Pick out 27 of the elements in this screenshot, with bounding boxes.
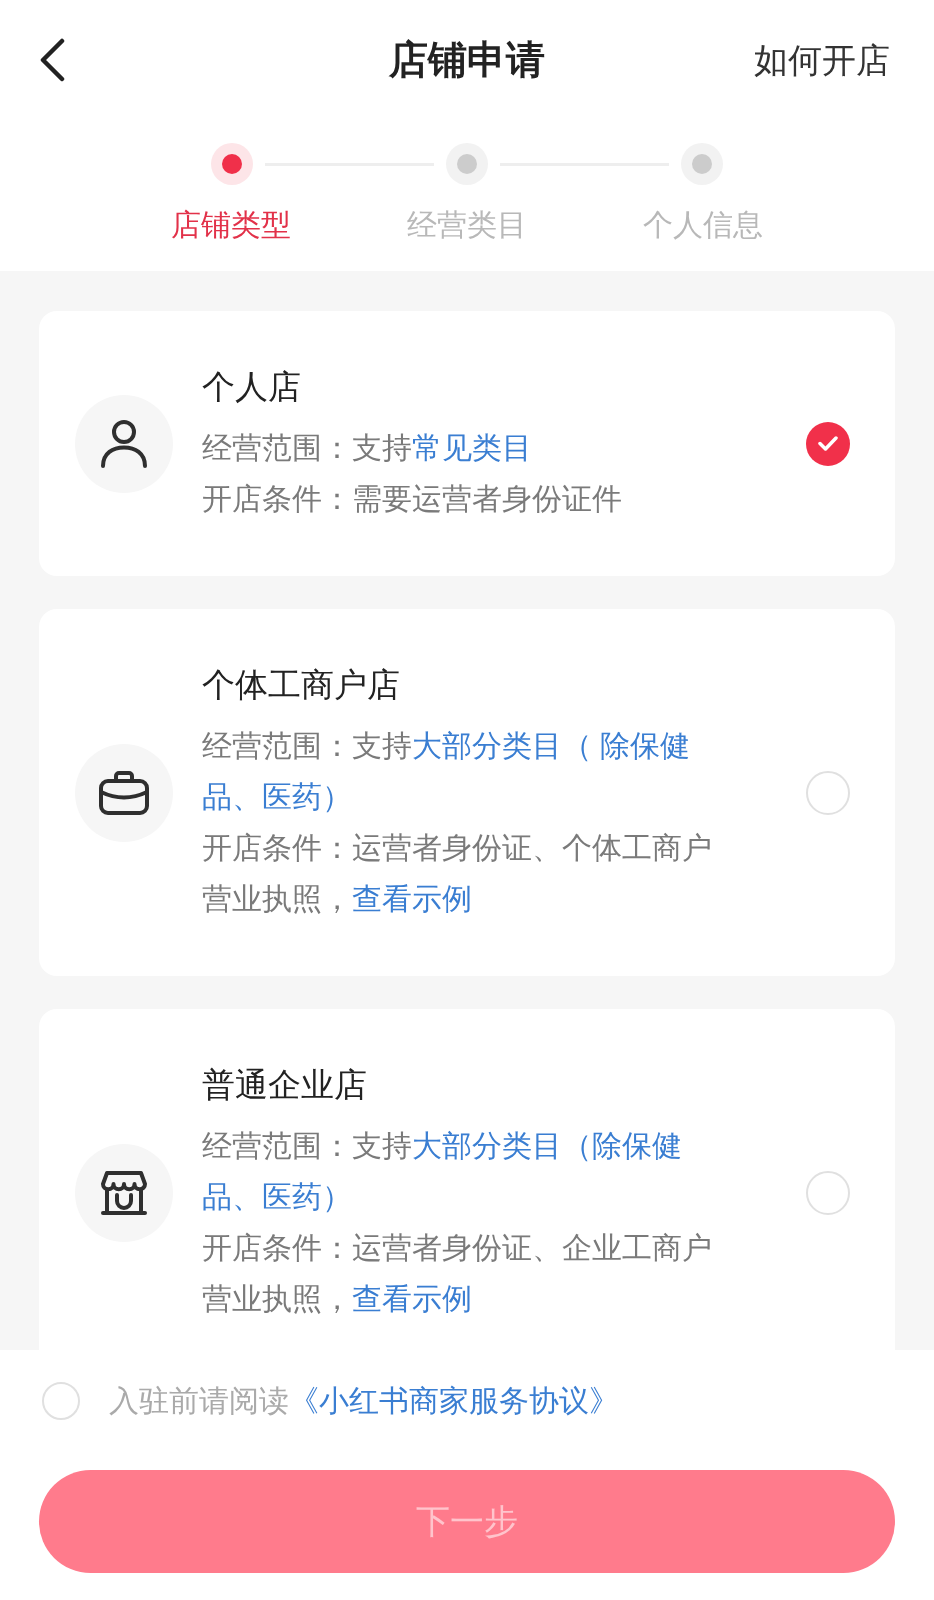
scope-text: 经营范围：支持大部分类目（除保健品、医药） bbox=[202, 1128, 683, 1215]
check-icon bbox=[818, 436, 838, 451]
radio-button[interactable] bbox=[806, 1170, 850, 1215]
shop-type-card[interactable]: 个体工商户店 经营范围：支持大部分类目（ 除保健品、医药） 开店条件：运营者身份证、个体工商户营业执照，查看示例 bbox=[39, 609, 895, 976]
shop-type-title: 个人店 bbox=[202, 367, 302, 407]
view-example-link[interactable]: 查看示例 bbox=[352, 882, 472, 915]
scope-text: 经营范围：支持大部分类目（ 除保健品、医药） bbox=[202, 728, 692, 815]
scope-text: 经营范围：支持常见类目 bbox=[202, 430, 533, 466]
agreement-link[interactable]: 《小红书商家服务协议》 bbox=[289, 1384, 619, 1417]
agreement-text: 入驻前请阅读《小红书商家服务协议》 bbox=[109, 1383, 619, 1419]
step-label: 店铺类型 bbox=[171, 207, 291, 243]
shop-type-card[interactable]: 个人店 经营范围：支持常见类目 开店条件：需要运营者身份证件 bbox=[39, 311, 895, 576]
step-label: 经营类目 bbox=[407, 207, 527, 243]
page-title: 店铺申请 bbox=[389, 37, 545, 83]
shop-type-title: 普通企业店 bbox=[202, 1065, 368, 1105]
radio-button[interactable] bbox=[806, 770, 850, 815]
back-icon bbox=[39, 38, 65, 82]
requirement-text: 开店条件：运营者身份证、企业工商户营业执照，查看示例 bbox=[202, 1230, 713, 1317]
view-example-link[interactable]: 查看示例 bbox=[352, 1282, 472, 1315]
radio-button[interactable] bbox=[806, 421, 850, 466]
step-label: 个人信息 bbox=[643, 207, 763, 243]
shop-type-title: 个体工商户店 bbox=[202, 665, 401, 705]
shop-type-card[interactable]: 普通企业店 经营范围：支持大部分类目（除保健品、医药） 开店条件：运营者身份证、企业工商户营业执照，查看示例 bbox=[39, 1009, 895, 1350]
requirement-text: 开店条件：运营者身份证、个体工商户营业执照，查看示例 bbox=[202, 830, 713, 917]
requirement-text: 开店条件：需要运营者身份证件 bbox=[202, 481, 623, 517]
radio-button[interactable] bbox=[42, 1382, 80, 1420]
how-to-open-link[interactable]: 如何开店 bbox=[754, 38, 890, 82]
